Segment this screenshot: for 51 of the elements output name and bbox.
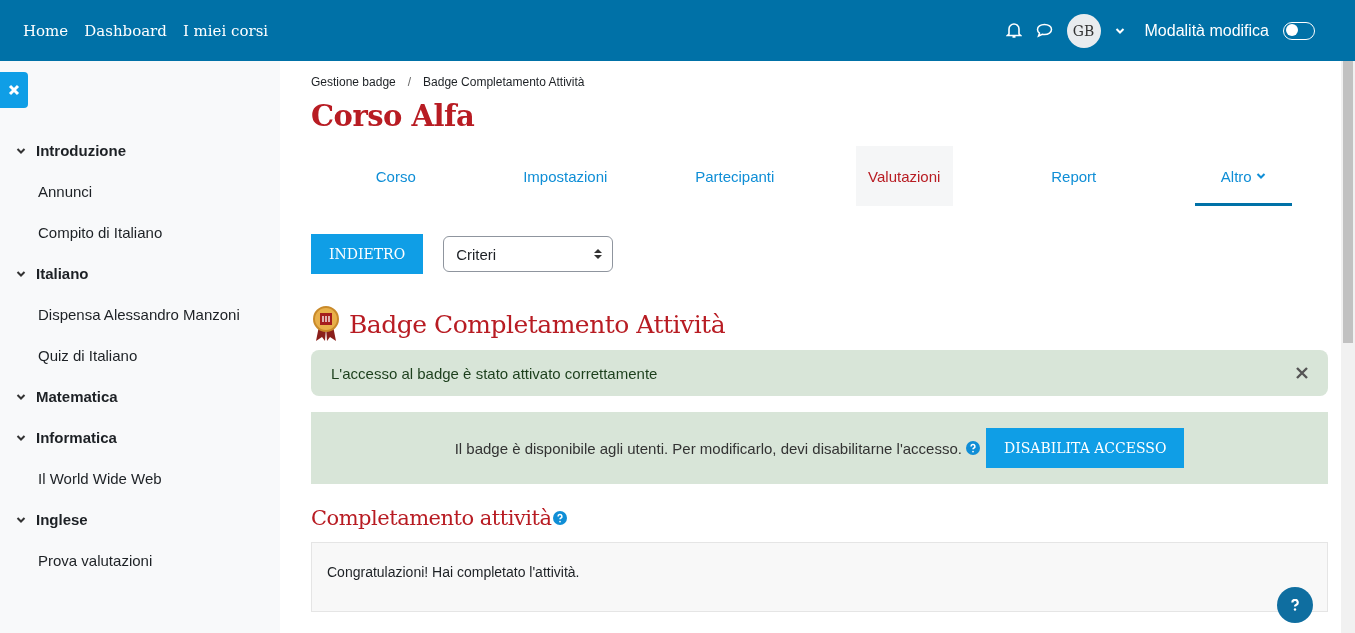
section-link[interactable]: Informatica	[36, 429, 117, 446]
criteria-message: Congratulazioni! Hai completato l'attività.	[327, 564, 580, 580]
nav-tab[interactable]: Report	[1025, 146, 1123, 206]
close-icon	[8, 84, 20, 96]
activity-link[interactable]: Prova valutazioni	[38, 552, 153, 569]
activity-link[interactable]: Dispensa Alessandro Manzoni	[38, 306, 240, 323]
activity-link[interactable]: Annunci	[38, 183, 93, 200]
section-link[interactable]: Italiano	[36, 265, 89, 282]
help-icon[interactable]	[965, 441, 980, 455]
caret-icon	[16, 269, 26, 278]
nav-tab[interactable]: Partecipanti	[686, 146, 784, 206]
breadcrumb-item: Badge Completamento Attività	[423, 75, 585, 91]
close-drawer-button[interactable]	[0, 72, 28, 108]
chat-bubble-icon[interactable]	[1035, 23, 1053, 38]
course-title: Corso Alfa	[311, 99, 476, 135]
nav-link[interactable]: Dashboard	[84, 21, 167, 40]
activity-link[interactable]: Il World Wide Web	[38, 470, 162, 487]
status-message: Il badge è disponibile agli utenti. Per modificarlo, devi disabilitarne l'accesso.	[454, 439, 962, 457]
section-link[interactable]: Matematica	[36, 388, 118, 405]
nav-tab[interactable]: Valutazioni	[855, 146, 953, 206]
sort-arrows-icon	[594, 248, 603, 260]
caret-icon	[16, 392, 26, 401]
badge-title: Badge Completamento Attività	[349, 309, 726, 339]
question-mark-icon	[1290, 599, 1300, 611]
help-icon[interactable]	[553, 511, 568, 525]
activity-link[interactable]: Quiz di Italiano	[38, 347, 138, 364]
breadcrumb-separator: /	[407, 75, 412, 91]
bell-icon[interactable]	[1005, 22, 1022, 39]
nav-tab[interactable]: Altro	[1194, 146, 1292, 206]
caret-icon	[1255, 172, 1266, 180]
scrollbar[interactable]	[1341, 61, 1355, 633]
help-button[interactable]	[1277, 587, 1313, 623]
nav-tab[interactable]: Impostazioni	[516, 146, 614, 206]
activity-link[interactable]: Compito di Italiano	[38, 224, 163, 241]
close-icon[interactable]	[1296, 367, 1308, 379]
criteria-select[interactable]: Criteri	[443, 236, 614, 272]
caret-icon	[16, 433, 26, 442]
caret-icon	[16, 146, 26, 155]
section-link[interactable]: Inglese	[36, 511, 88, 528]
user-avatar[interactable]: GB	[1066, 13, 1101, 48]
nav-tab[interactable]: Corso	[347, 146, 445, 206]
nav-link[interactable]: I miei corsi	[182, 21, 269, 40]
caret-icon	[1114, 26, 1125, 35]
section-heading: Completamento attività	[311, 506, 552, 530]
breadcrumb-link[interactable]: Gestione badge	[311, 75, 396, 93]
badge-medal-icon	[311, 306, 341, 342]
nav-link[interactable]: Home	[23, 21, 69, 40]
edit-mode-label: Modalità modifica	[1144, 21, 1269, 40]
alert-message: L'accesso al badge è stato attivato correttamente	[331, 364, 658, 382]
caret-icon	[16, 515, 26, 524]
section-link[interactable]: Introduzione	[36, 142, 126, 159]
